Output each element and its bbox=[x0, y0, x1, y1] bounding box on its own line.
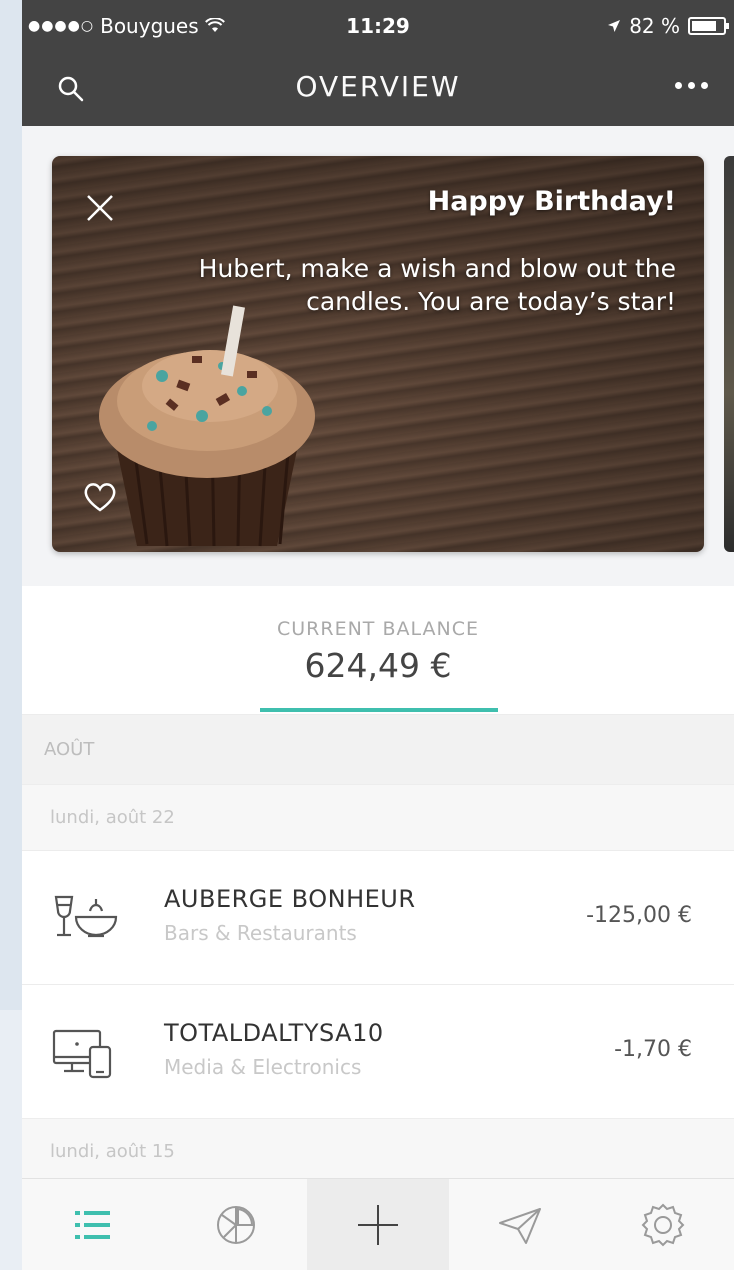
electronics-icon bbox=[52, 1029, 112, 1079]
card-carousel[interactable]: Happy Birthday! Hubert, make a wish and … bbox=[22, 126, 734, 586]
transaction-category: Bars & Restaurants bbox=[164, 921, 357, 945]
tab-transfer[interactable] bbox=[449, 1179, 591, 1270]
transaction-row[interactable]: AUBERGE BONHEUR Bars & Restaurants -125,… bbox=[22, 850, 734, 984]
page-title: OVERVIEW bbox=[295, 70, 461, 103]
top-bar: ●●●●○ Bouygues 11:29 82 % OVERVIEW bbox=[22, 0, 734, 126]
day-label: lundi, août 22 bbox=[50, 807, 175, 828]
day-header: lundi, août 15 bbox=[22, 1118, 734, 1178]
close-icon[interactable] bbox=[82, 190, 118, 226]
location-arrow-icon bbox=[608, 20, 621, 32]
battery-percent: 82 % bbox=[629, 14, 680, 38]
tab-settings[interactable] bbox=[592, 1179, 734, 1270]
more-options-icon[interactable] bbox=[675, 82, 708, 89]
app-screen: ●●●●○ Bouygues 11:29 82 % OVERVIEW Happy… bbox=[22, 0, 734, 1270]
transaction-category: Media & Electronics bbox=[164, 1055, 362, 1079]
chart-pie-icon bbox=[216, 1205, 255, 1244]
transaction-amount: -1,70 € bbox=[614, 1037, 692, 1062]
day-header: lundi, août 22 bbox=[22, 784, 734, 850]
status-bar: ●●●●○ Bouygues 11:29 82 % bbox=[22, 0, 734, 52]
balance-section: CURRENT BALANCE 624,49 € bbox=[22, 586, 734, 714]
tab-add[interactable] bbox=[306, 1179, 450, 1270]
day-label: lundi, août 15 bbox=[50, 1141, 175, 1162]
cupcake-image bbox=[99, 305, 315, 547]
tab-bar bbox=[22, 1178, 734, 1270]
transaction-row[interactable]: TOTALDALTYSA10 Media & Electronics -1,70… bbox=[22, 984, 734, 1118]
tab-analytics[interactable] bbox=[164, 1179, 306, 1270]
settings-icon bbox=[641, 1203, 685, 1246]
battery-icon bbox=[688, 17, 729, 35]
plus-icon bbox=[358, 1204, 399, 1245]
month-label: AOÛT bbox=[44, 739, 95, 760]
page-background bbox=[0, 0, 22, 1010]
transaction-name: AUBERGE BONHEUR bbox=[164, 885, 416, 913]
nav-bar: OVERVIEW bbox=[22, 52, 734, 126]
transaction-amount: -125,00 € bbox=[586, 903, 692, 928]
transaction-name: TOTALDALTYSA10 bbox=[164, 1019, 384, 1047]
month-header: AOÛT bbox=[22, 714, 734, 784]
balance-amount: 624,49 € bbox=[304, 646, 452, 685]
balance-label: CURRENT BALANCE bbox=[277, 618, 479, 640]
status-right: 82 % bbox=[607, 14, 729, 38]
birthday-card[interactable]: Happy Birthday! Hubert, make a wish and … bbox=[52, 156, 704, 552]
tab-overview[interactable] bbox=[22, 1179, 164, 1270]
list-icon bbox=[75, 1210, 111, 1239]
card-heading: Happy Birthday! bbox=[427, 186, 676, 217]
restaurant-icon bbox=[54, 895, 118, 938]
heart-icon[interactable] bbox=[82, 480, 118, 514]
card-message: Hubert, make a wish and blow out the can… bbox=[198, 254, 676, 316]
balance-underline bbox=[260, 708, 498, 712]
send-icon bbox=[499, 1207, 542, 1244]
next-card-peek[interactable] bbox=[724, 156, 734, 552]
